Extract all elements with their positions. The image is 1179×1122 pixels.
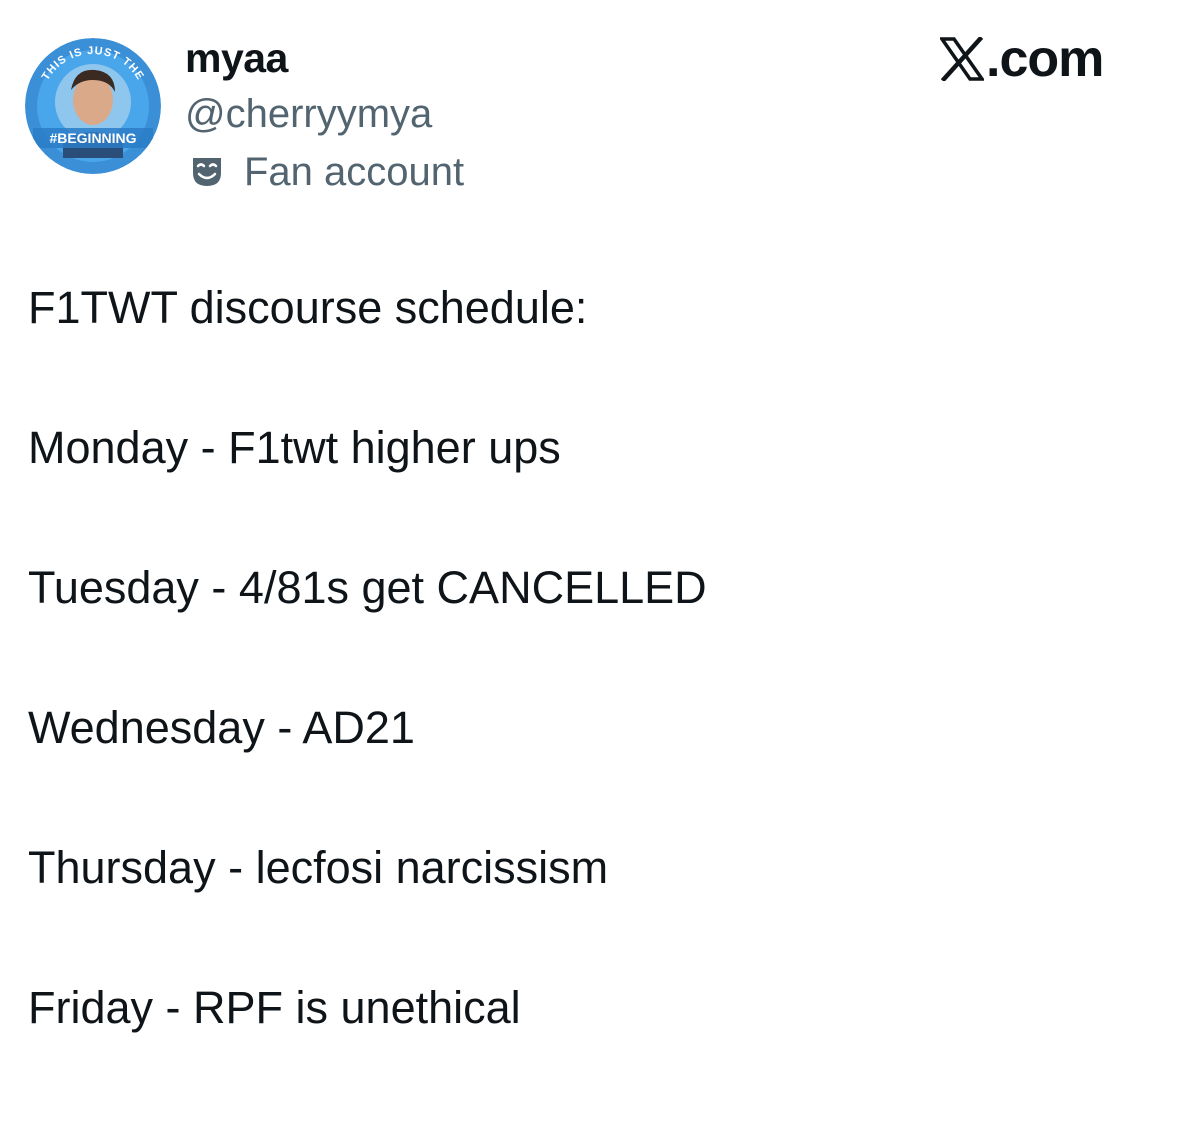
- brand-label: .com: [986, 30, 1104, 88]
- post-line-heading: F1TWT discourse schedule:: [28, 282, 588, 333]
- post-line-friday: Friday - RPF is unethical: [28, 982, 521, 1033]
- avatar[interactable]: THIS IS JUST THE #BEGINNING: [25, 38, 161, 174]
- post-line-thursday: Thursday - lecfosi narcissism: [28, 842, 609, 893]
- avatar-image: THIS IS JUST THE #BEGINNING: [25, 38, 161, 174]
- account-label: Fan account: [190, 152, 464, 192]
- brand-watermark: .com: [940, 30, 1104, 88]
- post-line-wednesday: Wednesday - AD21: [28, 702, 415, 753]
- post-line-monday: Monday - F1twt higher ups: [28, 422, 561, 473]
- post-line-tuesday: Tuesday - 4/81s get CANCELLED: [28, 562, 707, 613]
- handle[interactable]: @cherryymya: [185, 94, 432, 134]
- avatar-ring-text-bottom: #BEGINNING: [49, 130, 136, 146]
- post-text: F1TWT discourse schedule: Monday - F1twt…: [28, 282, 1148, 1122]
- display-name[interactable]: myaa: [185, 38, 288, 79]
- theater-masks-icon: [193, 158, 221, 186]
- x-logo-icon: [940, 37, 984, 81]
- account-label-text: Fan account: [244, 150, 465, 194]
